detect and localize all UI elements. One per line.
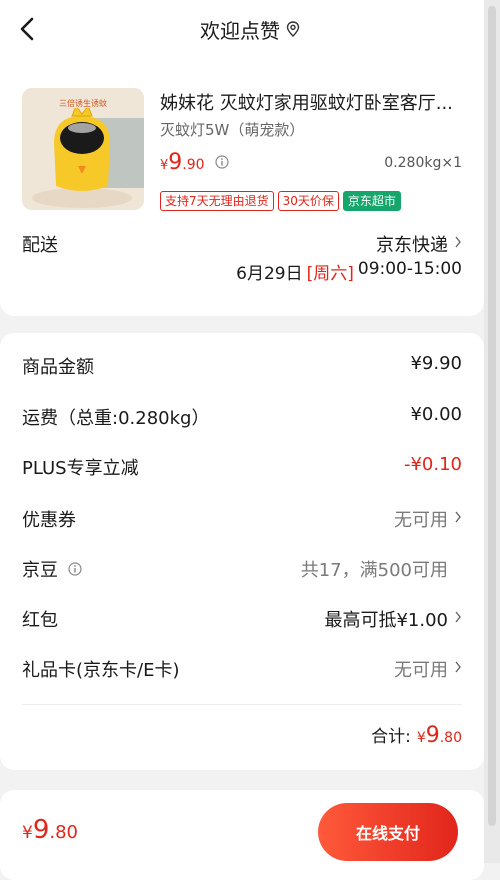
total-price: ¥ 9 .80 bbox=[417, 723, 462, 748]
scrollbar-thumb[interactable] bbox=[488, 6, 496, 826]
price-decimal: .90 bbox=[182, 157, 205, 173]
divider bbox=[22, 704, 462, 705]
gift-card-value[interactable]: 无可用 bbox=[394, 656, 448, 682]
price-symbol: ¥ bbox=[160, 158, 169, 173]
jd-beans-value: 共17，满500可用 bbox=[300, 560, 448, 581]
gift-card-label: 礼品卡(京东卡/E卡) bbox=[22, 660, 180, 681]
shipping-label: 运费（总重:0.280kg） bbox=[22, 408, 210, 429]
goods-amount-value: ¥9.90 bbox=[410, 353, 462, 374]
footer-price-decimal: .80 bbox=[49, 822, 79, 843]
service-tags: 支持7天无理由退货 30天价保 京东超市 bbox=[160, 191, 401, 211]
plus-discount-value: -¥0.10 bbox=[403, 454, 462, 475]
footer-price: ¥ 9 .80 bbox=[22, 815, 78, 845]
delivery-label: 配送 bbox=[22, 235, 58, 256]
page-title-text: 欢迎点赞 bbox=[200, 18, 280, 43]
footer-price-integer: 9 bbox=[32, 815, 50, 845]
chevron-right-icon[interactable] bbox=[454, 610, 462, 624]
product-image-graphic: 三倍诱生诱蚊 bbox=[22, 88, 144, 210]
coupon-value[interactable]: 无可用 bbox=[394, 506, 448, 532]
header-bar: 欢迎点赞 bbox=[0, 0, 500, 58]
chevron-right-icon[interactable] bbox=[454, 660, 462, 674]
price-integer: 9 bbox=[168, 150, 183, 175]
location-pin-icon bbox=[286, 21, 300, 37]
chevron-right-icon[interactable] bbox=[454, 510, 462, 524]
shipping-value: ¥0.00 bbox=[410, 404, 462, 425]
product-image-caption: 三倍诱生诱蚊 bbox=[59, 98, 107, 108]
online-pay-button[interactable]: 在线支付 bbox=[318, 803, 458, 861]
total-decimal: .80 bbox=[439, 730, 462, 746]
product-title[interactable]: 姊妹花 灭蚊灯家用驱蚊灯卧室客厅... bbox=[160, 89, 465, 115]
info-icon[interactable] bbox=[215, 155, 229, 169]
total-label: 合计: bbox=[371, 727, 411, 747]
delivery-method[interactable]: 京东快递 bbox=[376, 231, 448, 257]
price-protect-tag: 30天价保 bbox=[277, 191, 339, 211]
info-icon[interactable] bbox=[68, 562, 82, 576]
footer-price-symbol: ¥ bbox=[22, 823, 33, 843]
jd-beans-label: 京豆 bbox=[22, 560, 58, 581]
product-price: ¥ 9 .90 bbox=[160, 150, 205, 175]
return-policy-tag: 支持7天无理由退货 bbox=[160, 191, 274, 211]
jd-supermarket-tag: 京东超市 bbox=[342, 191, 401, 211]
total-integer: 9 bbox=[425, 723, 440, 748]
total-symbol: ¥ bbox=[416, 730, 426, 746]
page-title: 欢迎点赞 bbox=[200, 15, 300, 44]
delivery-window: 09:00-15:00 bbox=[357, 259, 462, 279]
product-image[interactable]: 三倍诱生诱蚊 bbox=[22, 88, 144, 210]
coupon-label: 优惠券 bbox=[22, 510, 76, 531]
goods-amount-label: 商品金额 bbox=[22, 357, 94, 378]
chevron-right-icon[interactable] bbox=[454, 235, 462, 249]
total-row: 合计: ¥ 9 .80 bbox=[371, 722, 462, 748]
delivery-date: 6月29日 bbox=[236, 264, 303, 284]
red-packet-label: 红包 bbox=[22, 610, 58, 631]
red-packet-value[interactable]: 最高可抵¥1.00 bbox=[324, 606, 448, 632]
product-spec: 灭蚊灯5W（萌宠款） bbox=[160, 121, 305, 139]
delivery-weekday: [周六] bbox=[306, 264, 354, 284]
weight-quantity: 0.280kg×1 bbox=[384, 155, 462, 171]
jd-beans-row: 京豆 bbox=[22, 556, 82, 582]
delivery-time[interactable]: 6月29日 [周六] 09:00-15:00 bbox=[236, 259, 462, 284]
back-arrow-icon[interactable] bbox=[14, 14, 44, 44]
plus-discount-label: PLUS专享立减 bbox=[22, 458, 139, 479]
